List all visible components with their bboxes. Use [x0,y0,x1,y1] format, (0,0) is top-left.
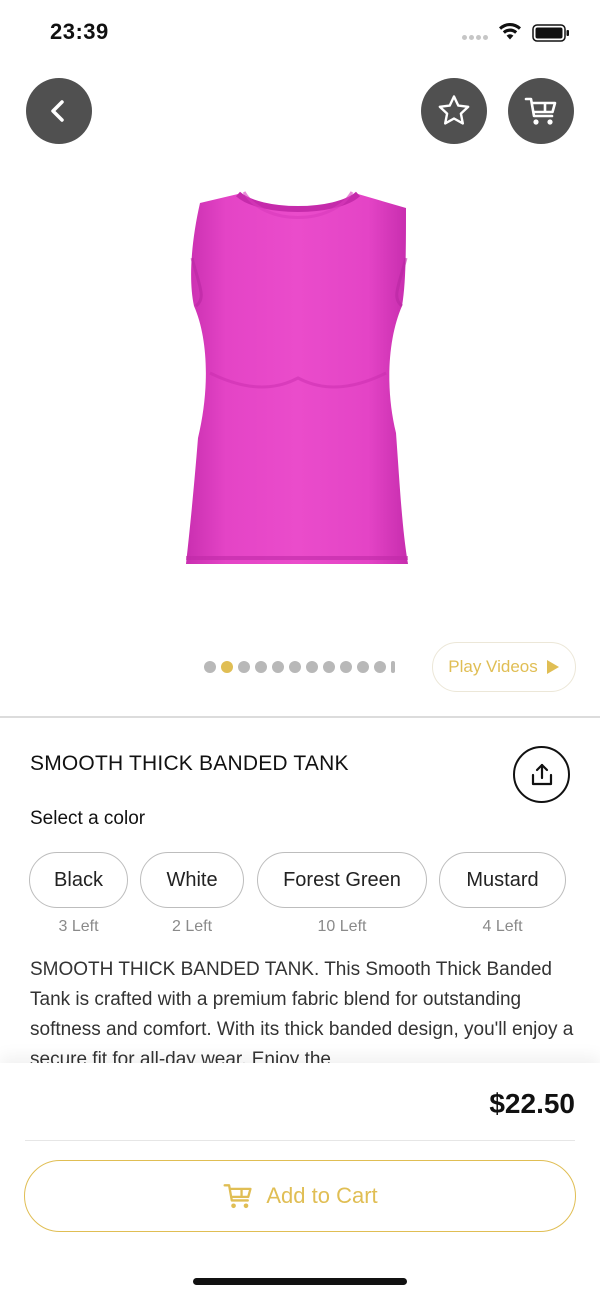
select-color-label: Select a color [30,808,146,829]
cart-icon [524,97,557,125]
product-title: SMOOTH THICK BANDED TANK [30,752,349,775]
back-button[interactable] [26,78,92,144]
product-description: SMOOTH THICK BANDED TANK. This Smooth Th… [30,959,574,1063]
section-divider [0,716,600,718]
stock-count: 3 Left [58,918,99,935]
wifi-icon [499,22,521,40]
pager-dot[interactable] [340,661,352,673]
color-option-label: Black [54,868,103,891]
stock-count: 2 Left [171,918,213,935]
pager-dot[interactable] [306,661,318,673]
play-videos-label: Play Videos [448,657,538,676]
pager-dot[interactable] [255,661,267,673]
color-option-label: Mustard [466,868,539,891]
home-indicator[interactable] [193,1278,407,1285]
color-option-forest-green[interactable]: Forest Green [257,852,427,908]
play-videos-button[interactable]: Play Videos [432,642,576,692]
pager-dot[interactable] [289,661,301,673]
product-image [186,191,408,564]
color-option-white[interactable]: White [140,852,244,908]
add-to-cart-button[interactable]: Add to Cart [24,1160,576,1232]
add-to-cart-label: Add to Cart [266,1183,378,1208]
battery-icon [532,24,569,42]
image-pager[interactable] [204,661,395,673]
pager-dot[interactable] [323,661,335,673]
color-option-label: Forest Green [283,868,401,891]
chevron-left-icon [51,100,64,122]
pager-dot[interactable] [238,661,250,673]
color-option-mustard[interactable]: Mustard [439,852,566,908]
stock-count: 10 Left [317,918,367,935]
color-option-black[interactable]: Black [29,852,128,908]
pager-dot[interactable] [204,661,216,673]
share-button[interactable] [513,746,570,803]
cart-button[interactable] [508,78,574,144]
favorite-button[interactable] [421,78,487,144]
pager-dot[interactable] [374,661,386,673]
purchase-bar: $22.50 Add to Cart [0,1063,600,1299]
cart-icon [223,1184,252,1209]
share-icon [531,763,552,785]
play-icon [546,660,559,674]
star-icon [438,95,470,125]
pager-dot[interactable] [272,661,284,673]
pager-dot[interactable] [357,661,369,673]
color-option-label: White [166,868,218,891]
stock-count: 4 Left [482,918,523,935]
pager-dot[interactable] [391,661,395,673]
status-time: 23:39 [50,19,109,44]
status-bar: 23:39 [0,0,600,66]
signal-icon [462,35,488,40]
divider [25,1140,575,1141]
product-price: $22.50 [489,1088,575,1119]
pager-dot-active[interactable] [221,661,233,673]
